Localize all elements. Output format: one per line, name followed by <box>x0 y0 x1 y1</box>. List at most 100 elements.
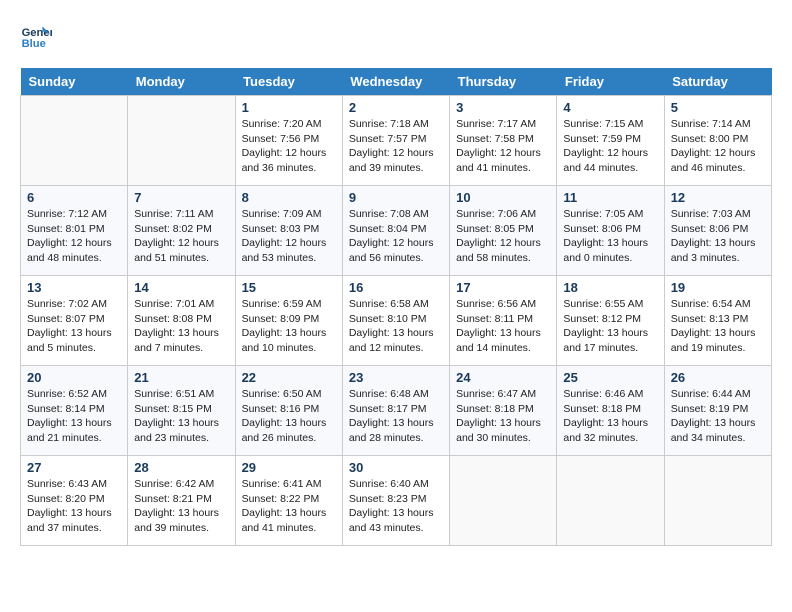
calendar-table: SundayMondayTuesdayWednesdayThursdayFrid… <box>20 68 772 546</box>
logo: General Blue <box>20 20 56 52</box>
day-number: 20 <box>27 370 121 385</box>
day-number: 29 <box>242 460 336 475</box>
day-info: Sunrise: 7:12 AM Sunset: 8:01 PM Dayligh… <box>27 207 121 266</box>
day-cell <box>128 96 235 186</box>
day-cell <box>557 456 664 546</box>
day-info: Sunrise: 7:20 AM Sunset: 7:56 PM Dayligh… <box>242 117 336 176</box>
day-number: 17 <box>456 280 550 295</box>
day-cell: 28 Sunrise: 6:42 AM Sunset: 8:21 PM Dayli… <box>128 456 235 546</box>
day-info: Sunrise: 6:52 AM Sunset: 8:14 PM Dayligh… <box>27 387 121 446</box>
day-info: Sunrise: 6:51 AM Sunset: 8:15 PM Dayligh… <box>134 387 228 446</box>
day-info: Sunrise: 6:55 AM Sunset: 8:12 PM Dayligh… <box>563 297 657 356</box>
weekday-header-tuesday: Tuesday <box>235 68 342 96</box>
day-cell: 17 Sunrise: 6:56 AM Sunset: 8:11 PM Dayli… <box>450 276 557 366</box>
day-cell: 4 Sunrise: 7:15 AM Sunset: 7:59 PM Daylig… <box>557 96 664 186</box>
day-cell: 3 Sunrise: 7:17 AM Sunset: 7:58 PM Daylig… <box>450 96 557 186</box>
day-number: 21 <box>134 370 228 385</box>
day-info: Sunrise: 7:06 AM Sunset: 8:05 PM Dayligh… <box>456 207 550 266</box>
day-cell: 5 Sunrise: 7:14 AM Sunset: 8:00 PM Daylig… <box>664 96 771 186</box>
weekday-header-sunday: Sunday <box>21 68 128 96</box>
day-info: Sunrise: 6:41 AM Sunset: 8:22 PM Dayligh… <box>242 477 336 536</box>
day-cell: 13Sunrise: 7:02 AM Sunset: 8:07 PM Dayli… <box>21 276 128 366</box>
weekday-header-wednesday: Wednesday <box>342 68 449 96</box>
day-number: 11 <box>563 190 657 205</box>
day-number: 1 <box>242 100 336 115</box>
weekday-header-thursday: Thursday <box>450 68 557 96</box>
day-cell: 6 Sunrise: 7:12 AM Sunset: 8:01 PM Daylig… <box>21 186 128 276</box>
day-number: 28 <box>134 460 228 475</box>
day-number: 26 <box>671 370 765 385</box>
day-number: 18 <box>563 280 657 295</box>
day-cell: 25 Sunrise: 6:46 AM Sunset: 8:18 PM Dayli… <box>557 366 664 456</box>
day-number: 19 <box>671 280 765 295</box>
week-row-3: 13Sunrise: 7:02 AM Sunset: 8:07 PM Dayli… <box>21 276 772 366</box>
day-number: 22 <box>242 370 336 385</box>
day-info: Sunrise: 6:54 AM Sunset: 8:13 PM Dayligh… <box>671 297 765 356</box>
day-info: Sunrise: 6:43 AM Sunset: 8:20 PM Dayligh… <box>27 477 121 536</box>
day-info: Sunrise: 7:03 AM Sunset: 8:06 PM Dayligh… <box>671 207 765 266</box>
day-number: 23 <box>349 370 443 385</box>
day-cell: 20 Sunrise: 6:52 AM Sunset: 8:14 PM Dayli… <box>21 366 128 456</box>
day-cell: 21 Sunrise: 6:51 AM Sunset: 8:15 PM Dayli… <box>128 366 235 456</box>
day-info: Sunrise: 6:56 AM Sunset: 8:11 PM Dayligh… <box>456 297 550 356</box>
day-number: 10 <box>456 190 550 205</box>
day-cell: 22 Sunrise: 6:50 AM Sunset: 8:16 PM Dayli… <box>235 366 342 456</box>
day-info: Sunrise: 7:14 AM Sunset: 8:00 PM Dayligh… <box>671 117 765 176</box>
weekday-header-friday: Friday <box>557 68 664 96</box>
day-number: 25 <box>563 370 657 385</box>
day-number: 7 <box>134 190 228 205</box>
day-info: Sunrise: 7:17 AM Sunset: 7:58 PM Dayligh… <box>456 117 550 176</box>
day-info: Sunrise: 6:48 AM Sunset: 8:17 PM Dayligh… <box>349 387 443 446</box>
day-info: Sunrise: 6:44 AM Sunset: 8:19 PM Dayligh… <box>671 387 765 446</box>
day-cell <box>21 96 128 186</box>
day-cell: 24 Sunrise: 6:47 AM Sunset: 8:18 PM Dayli… <box>450 366 557 456</box>
day-info: Sunrise: 6:42 AM Sunset: 8:21 PM Dayligh… <box>134 477 228 536</box>
day-cell: 2 Sunrise: 7:18 AM Sunset: 7:57 PM Daylig… <box>342 96 449 186</box>
weekday-header-monday: Monday <box>128 68 235 96</box>
day-number: 9 <box>349 190 443 205</box>
day-info: Sunrise: 7:02 AM Sunset: 8:07 PM Dayligh… <box>27 297 121 356</box>
day-cell: 15Sunrise: 6:59 AM Sunset: 8:09 PM Dayli… <box>235 276 342 366</box>
day-number: 4 <box>563 100 657 115</box>
day-number: 15 <box>242 280 336 295</box>
day-cell: 18 Sunrise: 6:55 AM Sunset: 8:12 PM Dayli… <box>557 276 664 366</box>
day-info: Sunrise: 7:09 AM Sunset: 8:03 PM Dayligh… <box>242 207 336 266</box>
day-cell: 8 Sunrise: 7:09 AM Sunset: 8:03 PM Daylig… <box>235 186 342 276</box>
day-info: Sunrise: 7:18 AM Sunset: 7:57 PM Dayligh… <box>349 117 443 176</box>
day-cell: 14Sunrise: 7:01 AM Sunset: 8:08 PM Dayli… <box>128 276 235 366</box>
day-info: Sunrise: 7:15 AM Sunset: 7:59 PM Dayligh… <box>563 117 657 176</box>
day-info: Sunrise: 6:40 AM Sunset: 8:23 PM Dayligh… <box>349 477 443 536</box>
day-number: 6 <box>27 190 121 205</box>
day-info: Sunrise: 7:11 AM Sunset: 8:02 PM Dayligh… <box>134 207 228 266</box>
day-number: 16 <box>349 280 443 295</box>
day-cell: 9Sunrise: 7:08 AM Sunset: 8:04 PM Daylig… <box>342 186 449 276</box>
day-info: Sunrise: 6:46 AM Sunset: 8:18 PM Dayligh… <box>563 387 657 446</box>
day-cell <box>664 456 771 546</box>
day-cell: 1 Sunrise: 7:20 AM Sunset: 7:56 PM Daylig… <box>235 96 342 186</box>
day-info: Sunrise: 7:05 AM Sunset: 8:06 PM Dayligh… <box>563 207 657 266</box>
day-number: 8 <box>242 190 336 205</box>
day-info: Sunrise: 7:01 AM Sunset: 8:08 PM Dayligh… <box>134 297 228 356</box>
day-number: 5 <box>671 100 765 115</box>
day-number: 2 <box>349 100 443 115</box>
day-cell: 30 Sunrise: 6:40 AM Sunset: 8:23 PM Dayli… <box>342 456 449 546</box>
day-cell <box>450 456 557 546</box>
day-cell: 27 Sunrise: 6:43 AM Sunset: 8:20 PM Dayli… <box>21 456 128 546</box>
day-cell: 10 Sunrise: 7:06 AM Sunset: 8:05 PM Dayli… <box>450 186 557 276</box>
day-info: Sunrise: 6:58 AM Sunset: 8:10 PM Dayligh… <box>349 297 443 356</box>
day-cell: 29 Sunrise: 6:41 AM Sunset: 8:22 PM Dayli… <box>235 456 342 546</box>
day-number: 30 <box>349 460 443 475</box>
logo-icon: General Blue <box>20 20 52 52</box>
day-number: 27 <box>27 460 121 475</box>
day-number: 3 <box>456 100 550 115</box>
svg-text:Blue: Blue <box>22 38 46 50</box>
weekday-header-row: SundayMondayTuesdayWednesdayThursdayFrid… <box>21 68 772 96</box>
week-row-4: 20 Sunrise: 6:52 AM Sunset: 8:14 PM Dayli… <box>21 366 772 456</box>
week-row-5: 27 Sunrise: 6:43 AM Sunset: 8:20 PM Dayli… <box>21 456 772 546</box>
week-row-2: 6 Sunrise: 7:12 AM Sunset: 8:01 PM Daylig… <box>21 186 772 276</box>
day-info: Sunrise: 6:47 AM Sunset: 8:18 PM Dayligh… <box>456 387 550 446</box>
day-cell: 16 Sunrise: 6:58 AM Sunset: 8:10 PM Dayli… <box>342 276 449 366</box>
day-number: 24 <box>456 370 550 385</box>
day-info: Sunrise: 6:50 AM Sunset: 8:16 PM Dayligh… <box>242 387 336 446</box>
day-cell: 11 Sunrise: 7:05 AM Sunset: 8:06 PM Dayli… <box>557 186 664 276</box>
